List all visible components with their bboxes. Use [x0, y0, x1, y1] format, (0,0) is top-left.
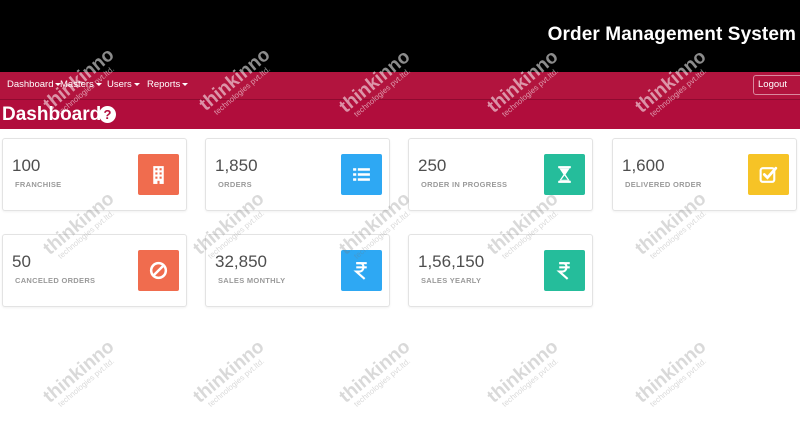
stat-card-sales-monthly[interactable]: 32,850 SALES MONTHLY: [205, 234, 390, 307]
watermark: thinkinno technologies pvt.ltd.: [39, 336, 119, 409]
stat-value: 1,600: [622, 156, 665, 175]
page-title: Dashboard: [2, 104, 102, 125]
stat-card-franchise[interactable]: 100 FRANCHISE: [2, 138, 187, 211]
watermark: thinkinno technologies pvt.ltd.: [483, 336, 563, 409]
stat-value: 1,56,150: [418, 252, 485, 271]
hourglass-icon: [544, 154, 585, 195]
nav-dashboard[interactable]: Dashboard: [7, 72, 62, 99]
stat-label: SALES YEARLY: [421, 276, 482, 285]
stat-value: 100: [12, 156, 41, 175]
nav-masters-label: Masters: [60, 79, 94, 90]
nav-reports-label: Reports: [147, 79, 181, 90]
stat-value: 50: [12, 252, 31, 271]
logout-button[interactable]: Logout: [753, 75, 800, 95]
stat-value: 1,850: [215, 156, 258, 175]
top-header: Order Management System: [0, 0, 800, 72]
watermark: thinkinno technologies pvt.ltd.: [189, 336, 269, 409]
stat-card-order-in-progress[interactable]: 250 ORDER IN PROGRESS: [408, 138, 593, 211]
rupee-icon: [544, 250, 585, 291]
main-navbar: Dashboard Masters Users Reports: [0, 72, 800, 99]
stat-label: DELIVERED ORDER: [625, 180, 702, 189]
rupee-icon: [341, 250, 382, 291]
stat-label: ORDERS: [218, 180, 252, 189]
stat-value: 250: [418, 156, 447, 175]
nav-reports[interactable]: Reports: [147, 72, 189, 99]
checkbox-icon: [748, 154, 789, 195]
stat-card-sales-yearly[interactable]: 1,56,150 SALES YEARLY: [408, 234, 593, 307]
nav-dashboard-label: Dashboard: [7, 79, 54, 90]
stat-card-delivered-order[interactable]: 1,600 DELIVERED ORDER: [612, 138, 797, 211]
watermark: thinkinno technologies pvt.ltd.: [631, 336, 711, 409]
caret-down-icon: [133, 82, 140, 86]
help-icon[interactable]: ?: [99, 106, 116, 123]
stat-label: SALES MONTHLY: [218, 276, 286, 285]
stat-label: FRANCHISE: [15, 180, 62, 189]
watermark: thinkinno technologies pvt.ltd.: [335, 336, 415, 409]
stat-label: CANCELED ORDERS: [15, 276, 96, 285]
list-icon: [341, 154, 382, 195]
nav-masters[interactable]: Masters: [60, 72, 102, 99]
app-title: Order Management System: [547, 24, 796, 45]
building-icon: [138, 154, 179, 195]
page-title-bar: Dashboard ?: [0, 99, 800, 129]
stat-label: ORDER IN PROGRESS: [421, 180, 508, 189]
nav-users[interactable]: Users: [107, 72, 140, 99]
stat-card-orders[interactable]: 1,850 ORDERS: [205, 138, 390, 211]
stat-card-canceled-orders[interactable]: 50 CANCELED ORDERS: [2, 234, 187, 307]
stat-value: 32,850: [215, 252, 267, 271]
caret-down-icon: [95, 82, 102, 86]
ban-icon: [138, 250, 179, 291]
caret-down-icon: [182, 82, 189, 86]
nav-users-label: Users: [107, 79, 132, 90]
